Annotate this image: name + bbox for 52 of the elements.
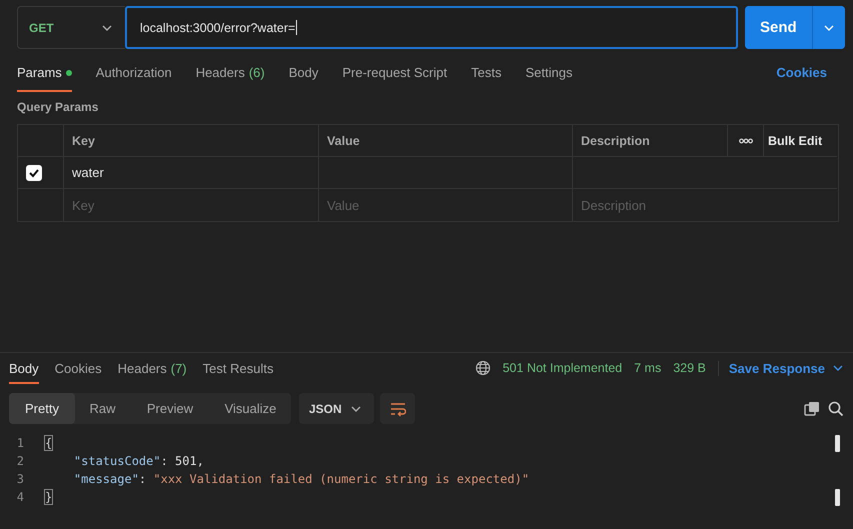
param-key[interactable]: water (72, 165, 104, 180)
column-header: Value (319, 125, 573, 157)
code-line: { (45, 436, 52, 450)
wrap-lines-button[interactable] (380, 393, 415, 424)
globe-icon (474, 360, 491, 376)
request-tab[interactable]: Pre-request Script (342, 65, 448, 92)
bulk-edit-button[interactable]: Bulk Edit (764, 134, 822, 148)
response-tab[interactable]: Cookies (54, 361, 102, 384)
value-field[interactable]: Value (327, 198, 527, 212)
search-button[interactable] (828, 400, 844, 416)
method-dropdown[interactable]: GET (17, 6, 125, 49)
column-header: Description (573, 125, 728, 157)
view-tab[interactable]: Visualize (210, 393, 291, 424)
url-field[interactable]: localhost:3000/error?water= (125, 6, 738, 49)
line-number: 2 (16, 454, 25, 468)
copy-icon (804, 400, 820, 416)
request-tab[interactable]: Headers (6) (196, 65, 265, 92)
key-field[interactable]: Key (72, 198, 272, 212)
line-number: 3 (16, 472, 25, 486)
scrollbar-thumb[interactable] (835, 489, 840, 506)
status-code[interactable]: 501 Not Implemented (502, 361, 622, 375)
request-tab[interactable]: Body (288, 65, 318, 92)
response-time[interactable]: 7 ms (634, 361, 662, 375)
more-icon (738, 138, 752, 144)
scrollbar-thumb[interactable] (835, 435, 840, 452)
code-line: } (45, 490, 52, 504)
response-size[interactable]: 329 B (673, 361, 706, 375)
cookies-link[interactable]: Cookies (770, 64, 833, 92)
view-tab[interactable]: Preview (130, 393, 210, 424)
line-number: 1 (16, 436, 25, 450)
view-tab[interactable]: Raw (75, 393, 130, 424)
request-tab[interactable]: Params (17, 65, 72, 92)
line-number: 4 (16, 490, 25, 504)
response-tab[interactable]: Test Results (202, 361, 274, 384)
request-tab[interactable]: Settings (525, 65, 572, 92)
save-response-button[interactable]: Save Response (718, 360, 844, 376)
format-dropdown[interactable]: JSON (299, 393, 374, 424)
code-line: "statusCode": 501, (72, 454, 204, 468)
copy-button[interactable] (804, 400, 820, 416)
request-tab[interactable]: Authorization (96, 65, 172, 92)
checkmark-icon (28, 166, 40, 178)
view-tab[interactable]: Pretty (9, 393, 75, 424)
request-tab[interactable]: Tests (471, 65, 502, 92)
description-field[interactable]: Description (581, 198, 781, 212)
wrap-icon (390, 400, 406, 416)
column-header: Key (64, 125, 319, 157)
section-title: Query Params (17, 99, 100, 116)
response-tab[interactable]: Headers (7) (118, 361, 187, 384)
code-line: "message": "xxx Validation failed (numeric string is expected)" (72, 472, 530, 486)
search-icon (828, 400, 844, 416)
response-tab[interactable]: Body (9, 361, 39, 384)
checkbox[interactable] (26, 164, 42, 180)
